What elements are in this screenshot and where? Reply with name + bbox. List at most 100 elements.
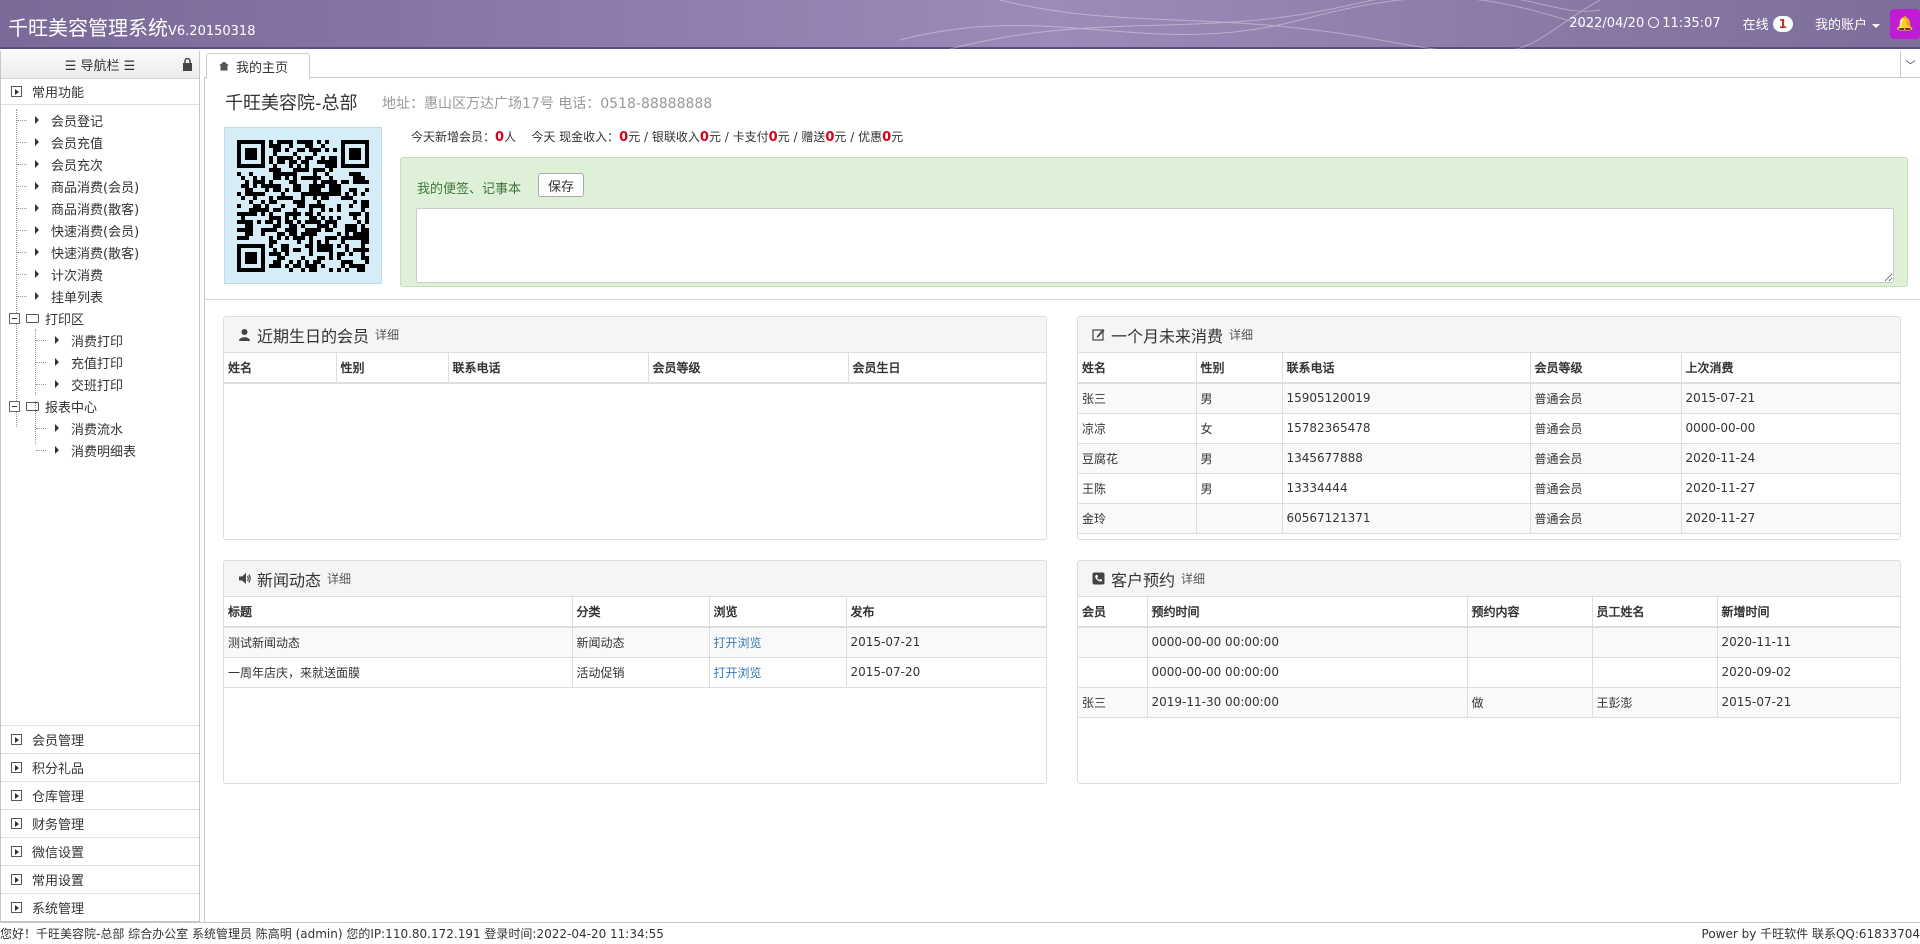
col-header: 会员等级 — [1529, 353, 1682, 384]
expand-box-icon — [11, 874, 22, 885]
expand-box-icon — [11, 762, 22, 773]
section-finance[interactable]: 财务管理 — [1, 809, 199, 837]
nav-item-goods-guest[interactable]: 商品消费(散客) — [1, 197, 199, 219]
appointments-more-link[interactable]: 详细 — [1181, 570, 1205, 587]
memo-textarea[interactable] — [416, 208, 1894, 283]
appointments-table: 会员 预约时间 预约内容 员工姓名 新增时间 0000-00-00 00:00:… — [1078, 597, 1900, 718]
table-row: 凉凉女 15782365478 普通会员 0000-00-00 — [1078, 412, 1900, 444]
collapse-icon — [9, 400, 20, 412]
panel-news: 新闻动态 详细 标题 分类 浏览 发布 测试新闻动态 新闻动态 打开浏览 2015-0… — [223, 560, 1047, 784]
birthday-more-link[interactable]: 详细 — [375, 326, 399, 343]
nav-item-pending-list[interactable]: 挂单列表 — [1, 285, 199, 307]
col-header: 姓名 — [1078, 353, 1197, 384]
section-warehouse[interactable]: 仓库管理 — [1, 781, 199, 809]
caret-right-icon — [55, 380, 59, 388]
phone-icon — [1092, 572, 1105, 585]
nav-item-consume-detail[interactable]: 消费明细表 — [1, 439, 199, 461]
qr-code — [224, 127, 382, 284]
my-account-menu[interactable]: 我的账户 — [1815, 14, 1880, 33]
online-users[interactable]: 在线 1 — [1743, 14, 1793, 33]
nav-item-goods-member[interactable]: 商品消费(会员) — [1, 175, 199, 197]
nav-item-consume-flow[interactable]: 消费流水 — [1, 417, 199, 439]
tab-bar: 我的主页 ﹀ — [204, 51, 1920, 79]
caret-right-icon — [35, 292, 39, 300]
status-bar: 您好！千旺美容院-总部 综合办公室 系统管理员 陈高明 (admin) 您的IP… — [0, 922, 1920, 944]
col-header: 发布 — [845, 597, 1046, 628]
expand-box-icon — [11, 902, 22, 913]
section-wechat[interactable]: 微信设置 — [1, 837, 199, 865]
nav-item-print-consume[interactable]: 消费打印 — [1, 329, 199, 351]
expand-box-icon — [11, 818, 22, 829]
table-row: 测试新闻动态 新闻动态 打开浏览 2015-07-21 — [224, 626, 1046, 658]
news-more-link[interactable]: 详细 — [327, 570, 351, 587]
nav-item-quick-member[interactable]: 快速消费(会员) — [1, 219, 199, 241]
header-swirl-decoration — [900, 0, 1600, 49]
section-common-settings[interactable]: 常用设置 — [1, 865, 199, 893]
nav-item-member-recharge[interactable]: 会员充值 — [1, 131, 199, 153]
nav-header: ☰ 导航栏 ☰ — [1, 51, 199, 79]
panel-appointments: 客户预约 详细 会员 预约时间 预约内容 员工姓名 新增时间 0000-00-0… — [1077, 560, 1901, 784]
caret-right-icon — [55, 424, 59, 432]
user-icon — [239, 329, 250, 341]
table-row: 0000-00-00 00:00:00 2020-11-11 — [1078, 626, 1900, 658]
bell-icon[interactable]: 🔔 — [1890, 8, 1920, 39]
nav-item-print-shift[interactable]: 交班打印 — [1, 373, 199, 395]
sidebar-bottom-sections: 会员管理 积分礼品 仓库管理 财务管理 微信设置 常用设置 系统管理 — [1, 725, 199, 921]
nav-item-print-recharge[interactable]: 充值打印 — [1, 351, 199, 373]
col-header: 联系电话 — [1281, 353, 1531, 384]
table-row: 张三男 15905120019 普通会员 2015-07-21 — [1078, 382, 1900, 414]
folder-open-icon — [26, 313, 39, 323]
app-version: V6.20150318 — [168, 24, 256, 39]
nav-item-quick-guest[interactable]: 快速消费(散客) — [1, 241, 199, 263]
caret-right-icon — [35, 160, 39, 168]
section-system[interactable]: 系统管理 — [1, 893, 199, 921]
nav-item-member-register[interactable]: 会员登记 — [1, 109, 199, 131]
col-header: 标题 — [224, 597, 573, 628]
no-consume-more-link[interactable]: 详细 — [1229, 326, 1253, 343]
table-row: 一周年店庆，来就送面膜 活动促销 打开浏览 2015-07-20 — [224, 656, 1046, 688]
header-datetime: 2022/04/20 11:35:07 — [1569, 16, 1721, 31]
birthday-table: 姓名 性别 联系电话 会员等级 会员生日 — [224, 353, 1046, 384]
nav-item-member-count-recharge[interactable]: 会员充次 — [1, 153, 199, 175]
caret-right-icon — [55, 336, 59, 344]
collapse-icon — [9, 312, 20, 324]
table-row: 金玲 60567121371 普通会员 2020-11-27 — [1078, 502, 1900, 534]
section-points-gifts[interactable]: 积分礼品 — [1, 753, 199, 781]
caret-right-icon — [55, 446, 59, 454]
col-header: 预约时间 — [1146, 597, 1468, 628]
col-header: 姓名 — [224, 353, 337, 384]
memo-save-button[interactable]: 保存 — [538, 173, 584, 197]
table-row: 王陈男 13334444 普通会员 2020-11-27 — [1078, 472, 1900, 504]
table-row: 豆腐花男 1345677888 普通会员 2020-11-24 — [1078, 442, 1900, 474]
sidebar: ☰ 导航栏 ☰ 常用功能 会员登记 会员充值 会员充次 商品消费(会员) 商品消… — [0, 51, 200, 922]
nav-folder-report[interactable]: 报表中心 — [1, 395, 199, 417]
section-divider — [205, 299, 1920, 300]
online-count-badge: 1 — [1772, 15, 1793, 32]
table-row: 0000-00-00 00:00:00 2020-09-02 — [1078, 656, 1900, 688]
edit-icon — [1092, 329, 1105, 341]
nav-folder-print[interactable]: 打印区 — [1, 307, 199, 329]
folder-open-icon — [26, 401, 39, 411]
nav-item-count-consume[interactable]: 计次消费 — [1, 263, 199, 285]
nav-tree: 会员登记 会员充值 会员充次 商品消费(会员) 商品消费(散客) 快速消费(会员… — [1, 105, 199, 461]
tab-home[interactable]: 我的主页 — [206, 53, 310, 79]
status-user-info: 您好！千旺美容院-总部 综合办公室 系统管理员 陈高明 (admin) 您的IP… — [0, 927, 664, 941]
top-header: 千旺美容管理系统V6.20150318 2022/04/20 11:35:07 在… — [0, 0, 1920, 49]
panel-title: 客户预约 — [1111, 570, 1176, 590]
panel-title: 一个月未来消费 — [1111, 326, 1224, 346]
col-header: 会员生日 — [847, 353, 1046, 384]
memo-panel: 我的便签、记事本 保存 — [400, 157, 1908, 287]
col-header: 员工姓名 — [1591, 597, 1718, 628]
tab-dropdown-chevron-icon[interactable]: ﹀ — [1900, 51, 1920, 78]
lock-icon[interactable] — [182, 58, 193, 71]
caret-right-icon — [55, 358, 59, 366]
col-header: 上次消费 — [1680, 353, 1900, 384]
app-title: 千旺美容管理系统V6.20150318 — [8, 16, 256, 40]
memo-label: 我的便签、记事本 — [417, 182, 522, 197]
section-member-manage[interactable]: 会员管理 — [1, 725, 199, 753]
open-browse-link[interactable]: 打开浏览 — [714, 666, 762, 680]
today-stats: 今天新增会员：0人 今天 现金收入：0元 / 银联收入0元 / 卡支付0元 / … — [411, 130, 904, 145]
col-header: 新增时间 — [1716, 597, 1900, 628]
open-browse-link[interactable]: 打开浏览 — [714, 636, 762, 650]
section-common[interactable]: 常用功能 — [1, 79, 199, 105]
